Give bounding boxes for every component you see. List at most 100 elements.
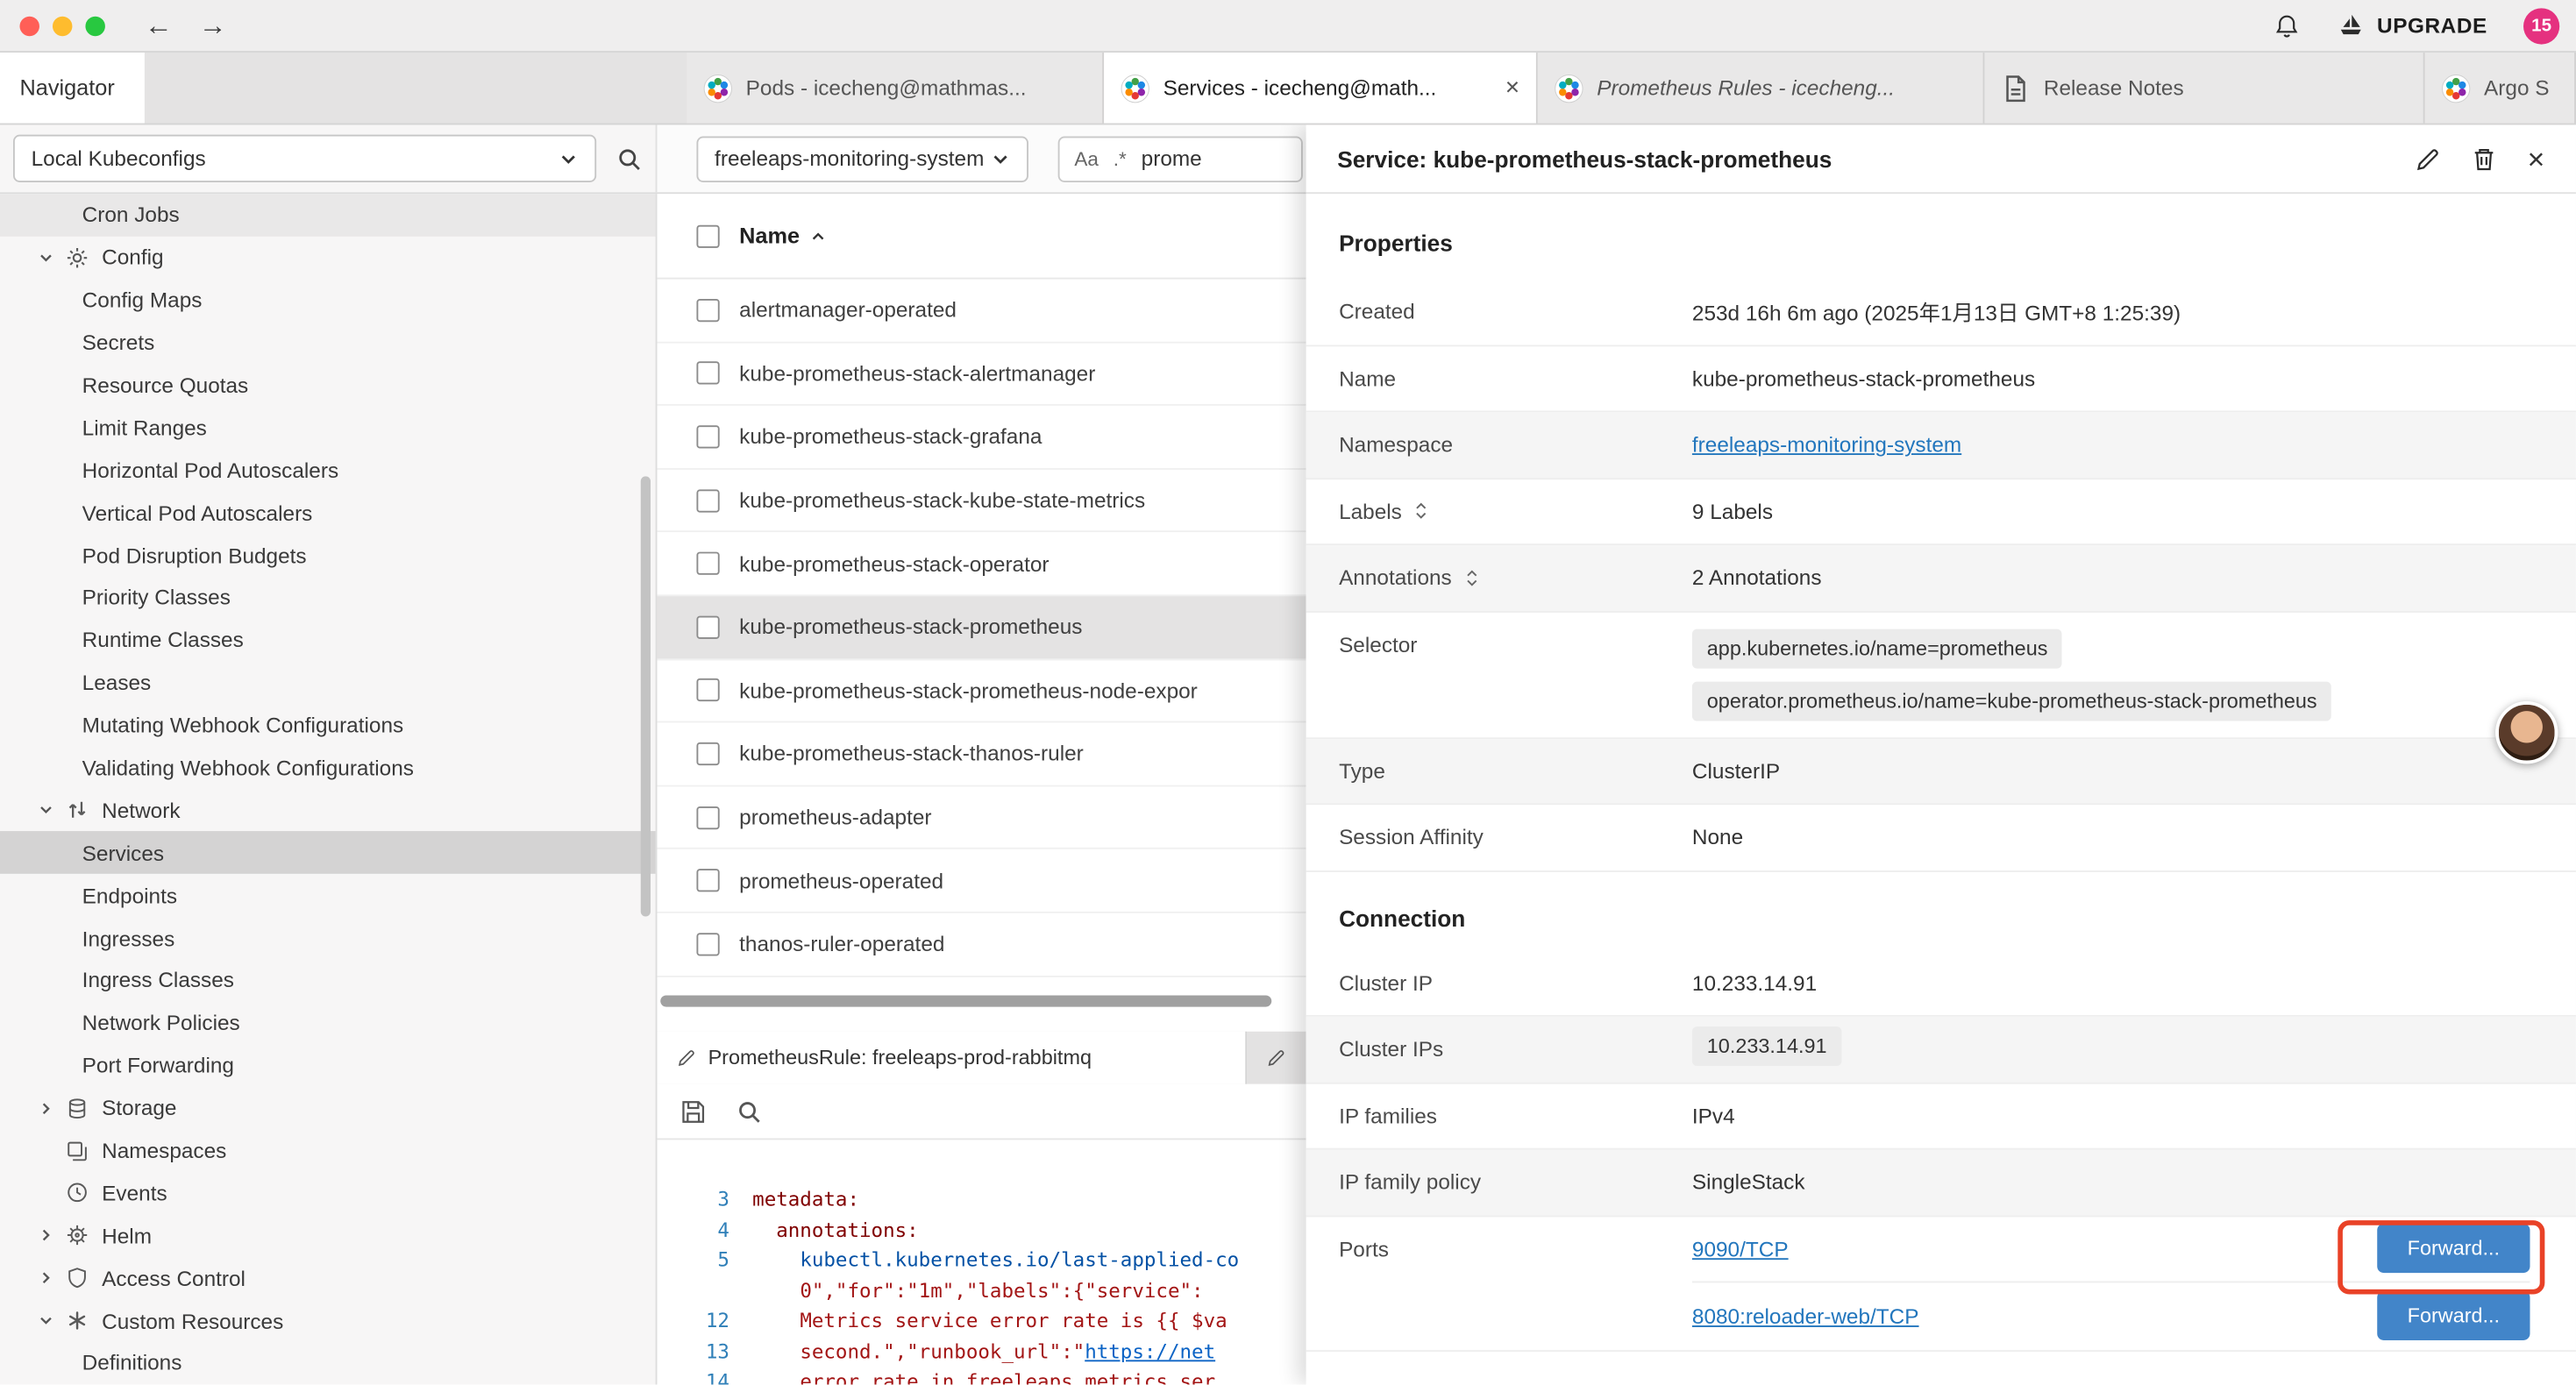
close-window-button[interactable]	[19, 16, 39, 35]
sidebar-item-leases[interactable]: Leases	[0, 662, 656, 705]
detail-label: Ports	[1339, 1216, 1692, 1282]
sidebar-item-priority-classes[interactable]: Priority Classes	[0, 577, 656, 620]
tab-release-notes[interactable]: Release Notes	[1984, 53, 2424, 124]
dock-tab-next-partial[interactable]	[1247, 1032, 1306, 1084]
sidebar-item-custom-resources[interactable]: Custom Resources	[0, 1299, 656, 1342]
regex-toggle[interactable]: .*	[1114, 147, 1127, 170]
row-checkbox[interactable]	[696, 552, 719, 575]
select-all-checkbox[interactable]	[696, 224, 719, 247]
match-case-toggle[interactable]: Aa	[1074, 147, 1099, 170]
sidebar-item-resource-quotas[interactable]: Resource Quotas	[0, 364, 656, 407]
table-row[interactable]: alertmanager-operated	[657, 280, 1306, 343]
chevron-right-icon[interactable]	[32, 1227, 59, 1244]
row-checkbox[interactable]	[696, 489, 719, 512]
editor-search-icon[interactable]	[736, 1098, 762, 1125]
sidebar-item-port-forwarding[interactable]: Port Forwarding	[0, 1044, 656, 1087]
table-row[interactable]: prometheus-adapter	[657, 786, 1306, 849]
dock-tab-prometheusrule[interactable]: PrometheusRule: freeleaps-prod-rabbitmq	[657, 1032, 1247, 1084]
upgrade-button[interactable]: UPGRADE	[2336, 11, 2487, 40]
navigator-tab[interactable]: Navigator	[0, 53, 145, 124]
close-tab-icon[interactable]: ×	[1505, 75, 1519, 100]
row-checkbox[interactable]	[696, 615, 719, 638]
yaml-editor[interactable]: 3metadata:4 annotations:5 kubectl.kubern…	[657, 1140, 1306, 1385]
row-checkbox[interactable]	[696, 362, 719, 385]
user-avatar[interactable]	[2495, 701, 2558, 764]
sidebar-item-storage[interactable]: Storage	[0, 1087, 656, 1130]
row-checkbox[interactable]	[696, 679, 719, 702]
table-row[interactable]: kube-prometheus-stack-operator	[657, 533, 1306, 596]
port-link[interactable]: 9090/TCP	[1692, 1236, 1789, 1261]
table-row[interactable]: thanos-ruler-operated	[657, 913, 1306, 977]
namespace-link[interactable]: freeleaps-monitoring-system	[1692, 432, 1961, 457]
chevron-down-icon[interactable]	[32, 249, 59, 266]
sidebar-item-mutating-webhook-configurations[interactable]: Mutating Webhook Configurations	[0, 704, 656, 747]
table-row[interactable]: kube-prometheus-stack-prometheus	[657, 596, 1306, 659]
save-icon[interactable]	[680, 1098, 707, 1125]
sidebar-item-events[interactable]: Events	[0, 1172, 656, 1215]
sidebar-item-network[interactable]: Network	[0, 789, 656, 832]
notification-badge[interactable]: 15	[2523, 7, 2559, 43]
sidebar-item-namespaces[interactable]: Namespaces	[0, 1129, 656, 1172]
chevron-down-icon[interactable]	[32, 1312, 59, 1329]
forward-button[interactable]: →	[199, 11, 227, 39]
chevron-down-icon[interactable]	[32, 802, 59, 819]
sidebar-item-helm[interactable]: Helm	[0, 1214, 656, 1257]
sidebar-item-network-policies[interactable]: Network Policies	[0, 1002, 656, 1045]
sidebar-item-cron-jobs[interactable]: Cron Jobs	[0, 194, 656, 237]
delete-button[interactable]	[2472, 146, 2498, 172]
sidebar-item-vertical-pod-autoscalers[interactable]: Vertical Pod Autoscalers	[0, 492, 656, 535]
forward-button[interactable]: Forward...	[2377, 1224, 2530, 1273]
sidebar-item-secrets[interactable]: Secrets	[0, 322, 656, 365]
sidebar-item-config[interactable]: Config	[0, 237, 656, 280]
sidebar-item-runtime-classes[interactable]: Runtime Classes	[0, 619, 656, 662]
sidebar-item-ingresses[interactable]: Ingresses	[0, 917, 656, 960]
row-checkbox[interactable]	[696, 869, 719, 891]
list-search-input[interactable]: Aa .* prome	[1058, 136, 1303, 181]
zoom-window-button[interactable]	[85, 16, 104, 35]
list-horizontal-scrollbar[interactable]	[660, 995, 1271, 1006]
table-row[interactable]: kube-prometheus-stack-kube-state-metrics	[657, 469, 1306, 532]
tab-services-icecheng-math[interactable]: Services - icecheng@math...×	[1104, 53, 1538, 124]
close-drawer-button[interactable]: ×	[2528, 144, 2545, 174]
port-link[interactable]: 8080:reloader-web/TCP	[1692, 1303, 1919, 1328]
sidebar-item-horizontal-pod-autoscalers[interactable]: Horizontal Pod Autoscalers	[0, 449, 656, 492]
table-row[interactable]: kube-prometheus-stack-prometheus-node-ex…	[657, 659, 1306, 722]
table-row[interactable]: kube-prometheus-stack-thanos-ruler	[657, 723, 1306, 786]
tab-argo-s[interactable]: Argo S	[2425, 53, 2576, 124]
expander-icon[interactable]	[1462, 568, 1481, 587]
code-text: Metrics service error rate is {{ $va	[752, 1310, 1227, 1332]
sidebar-scrollbar[interactable]	[641, 476, 651, 916]
sidebar-item-validating-webhook-configurations[interactable]: Validating Webhook Configurations	[0, 747, 656, 790]
sidebar-item-access-control[interactable]: Access Control	[0, 1257, 656, 1300]
row-checkbox[interactable]	[696, 806, 719, 828]
line-number: 14	[657, 1370, 752, 1385]
back-button[interactable]: ←	[145, 11, 173, 39]
row-checkbox[interactable]	[696, 742, 719, 765]
forward-button[interactable]: Forward...	[2377, 1291, 2530, 1340]
sidebar-search-icon[interactable]	[616, 146, 643, 172]
minimize-window-button[interactable]	[53, 16, 72, 35]
row-checkbox[interactable]	[696, 425, 719, 448]
chevron-right-icon[interactable]	[32, 1100, 59, 1117]
row-checkbox[interactable]	[696, 299, 719, 322]
sidebar-item-definitions[interactable]: Definitions	[0, 1342, 656, 1385]
name-column-header[interactable]: Name	[739, 224, 826, 248]
namespace-filter[interactable]: freeleaps-monitoring-system	[696, 136, 1028, 181]
sidebar-item-services[interactable]: Services	[0, 832, 656, 875]
table-row[interactable]: prometheus-operated	[657, 849, 1306, 913]
sidebar-item-endpoints[interactable]: Endpoints	[0, 874, 656, 917]
bell-icon[interactable]	[2274, 12, 2300, 39]
table-row[interactable]: kube-prometheus-stack-grafana	[657, 406, 1306, 469]
sidebar-item-pod-disruption-budgets[interactable]: Pod Disruption Budgets	[0, 534, 656, 577]
sidebar-item-ingress-classes[interactable]: Ingress Classes	[0, 959, 656, 1002]
table-row[interactable]: kube-prometheus-stack-alertmanager	[657, 343, 1306, 406]
expander-icon[interactable]	[1412, 501, 1431, 521]
tab-pods-icecheng-mathmas[interactable]: Pods - icecheng@mathmas...	[687, 53, 1104, 124]
row-checkbox[interactable]	[696, 933, 719, 955]
chevron-right-icon[interactable]	[32, 1270, 59, 1287]
sidebar-item-limit-ranges[interactable]: Limit Ranges	[0, 407, 656, 450]
sidebar-item-config-maps[interactable]: Config Maps	[0, 279, 656, 322]
tab-prometheus-rules-icecheng[interactable]: Prometheus Rules - icecheng...	[1538, 53, 1985, 124]
kubeconfig-selector[interactable]: Local Kubeconfigs	[13, 135, 596, 182]
edit-button[interactable]	[2416, 146, 2442, 172]
